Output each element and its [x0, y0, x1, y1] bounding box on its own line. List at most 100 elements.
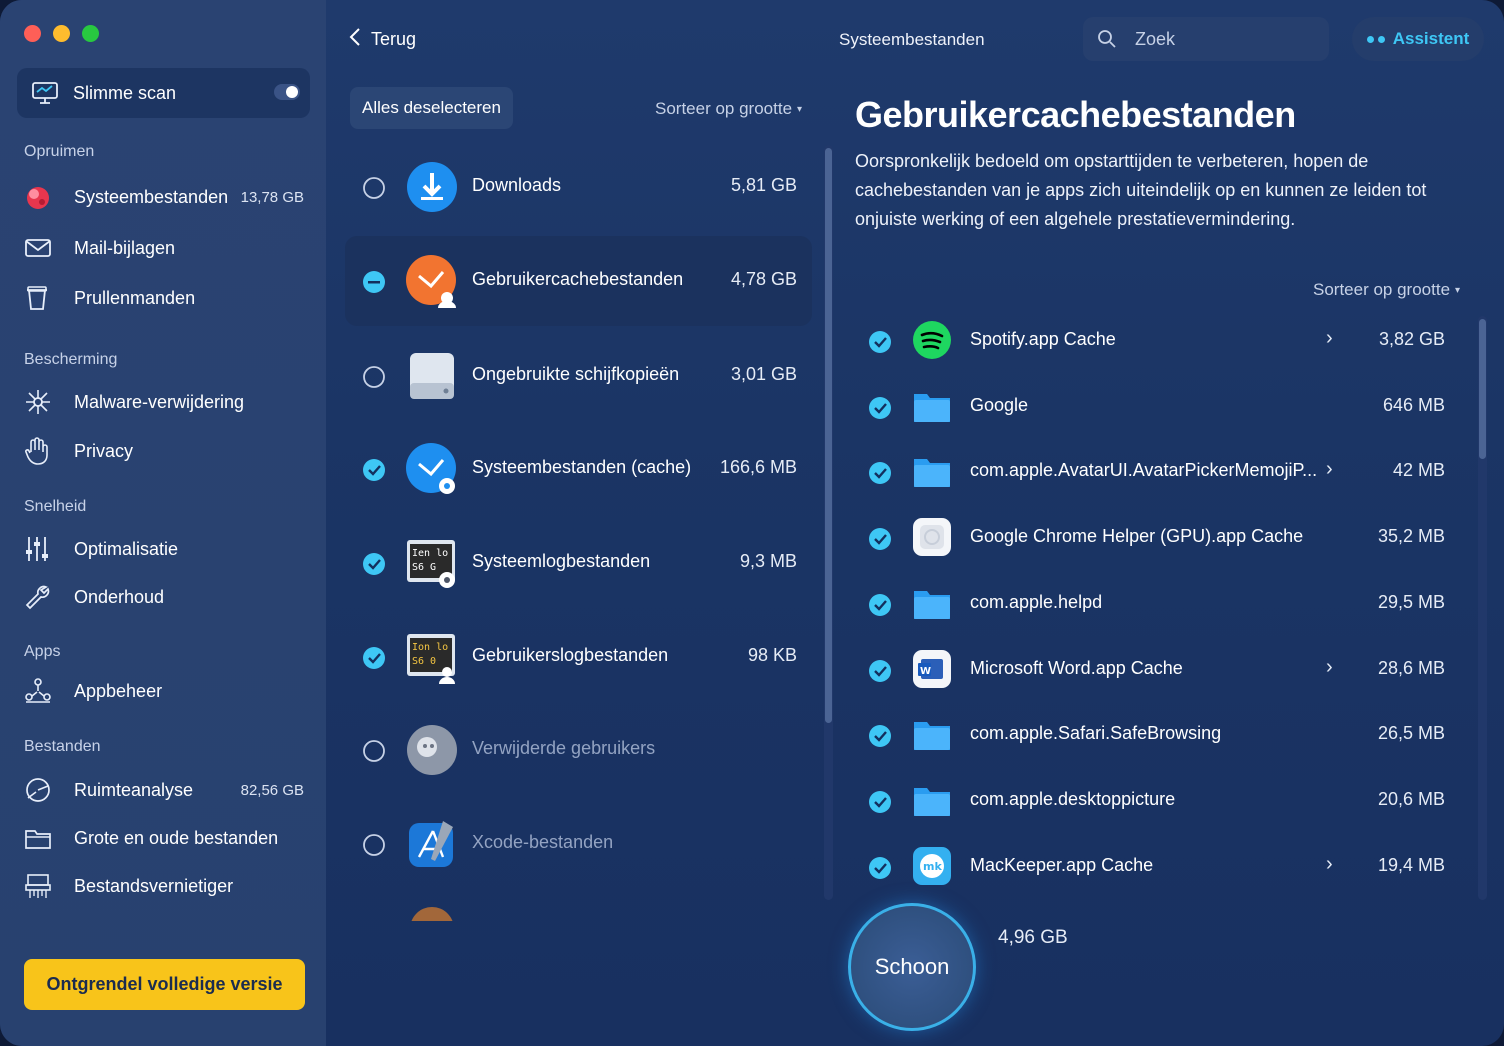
smart-scan-toggle[interactable] [274, 84, 300, 100]
search-input[interactable]: Zoek [1083, 17, 1329, 61]
folder-icon [912, 583, 952, 623]
svg-text:S6 0: S6 0 [412, 656, 436, 667]
checkbox-partial[interactable] [362, 270, 386, 299]
cache-item-row[interactable]: com.apple.helpd 29,5 MB [860, 574, 1460, 634]
category-name: Verwijderde gebruikers [472, 738, 656, 758]
sidebar-item-maintenance[interactable]: Onderhoud [24, 580, 314, 614]
category-row[interactable]: Downloads 5,81 GB [345, 142, 812, 232]
cache-item-name: Google Chrome Helper (GPU).app Cache [970, 526, 1304, 547]
sidebar-item-large-old[interactable]: Grote en oude bestanden [24, 821, 314, 855]
sidebar-item-smart-scan[interactable]: Slimme scan [17, 68, 310, 118]
checkbox-checked[interactable] [362, 552, 386, 581]
cache-item-row[interactable]: mk MacKeeper.app Cache › 19,4 MB [860, 837, 1460, 897]
sidebar-item-trash[interactable]: Prullenmanden [24, 281, 314, 315]
back-button[interactable]: Terug [349, 27, 416, 52]
section-title-cleanup: Opruimen [24, 143, 95, 160]
search-placeholder: Zoek [1135, 29, 1176, 49]
category-row[interactable]: Verwijderde gebruikers [345, 705, 812, 795]
category-row[interactable]: Ongebruikte schijfkopieën 3,01 GB [345, 331, 812, 421]
section-title-speed: Snelheid [24, 498, 87, 515]
checkbox-checked[interactable] [868, 659, 892, 688]
category-row[interactable]: Ion lo S6 0 Gebruikerslogbestanden 98 KB [345, 612, 812, 702]
category-row[interactable]: Xcode-bestanden [345, 799, 812, 889]
checkbox-checked[interactable] [868, 396, 892, 425]
unlock-full-version-button[interactable]: Ontgrendel volledige versie [24, 959, 305, 1010]
sidebar-item-label: Grote en oude bestanden [74, 827, 279, 848]
sidebar-item-malware[interactable]: Malware-verwijdering [24, 385, 314, 419]
checkbox-checked[interactable] [362, 646, 386, 675]
sidebar-item-space-lens[interactable]: Ruimteanalyse 82,56 GB [24, 773, 314, 807]
cache-item-size: 28,6 MB [1377, 657, 1445, 678]
sidebar-item-shredder[interactable]: Bestandsvernietiger [24, 869, 314, 903]
checkbox-checked[interactable] [868, 790, 892, 819]
category-row-selected[interactable]: Gebruikercachebestanden 4,78 GB [345, 236, 812, 326]
folder-icon [912, 714, 952, 754]
category-row[interactable]: Systeembestanden (cache) 166,6 MB [345, 424, 812, 514]
sidebar-item-label: Mail-bijlagen [74, 237, 176, 258]
sidebar-item-label: Onderhoud [74, 586, 165, 607]
assistant-button[interactable]: Assistent [1352, 17, 1484, 61]
cache-item-row[interactable]: Spotify.app Cache › 3,82 GB [860, 311, 1460, 371]
sidebar-item-optimize[interactable]: Optimalisatie [24, 532, 314, 566]
checkbox-checked[interactable] [868, 856, 892, 885]
deselect-all-button[interactable]: Alles deselecteren [350, 87, 513, 129]
category-row[interactable]: Ien lo S6 G Systeemlogbestanden 9,3 MB [345, 518, 812, 608]
category-name: Xcode-bestanden [472, 832, 614, 852]
category-size: 9,3 MB [739, 551, 797, 571]
cache-item-row[interactable]: com.apple.AvatarUI.AvatarPickerMemojiP..… [860, 442, 1460, 502]
category-name: Ongebruikte schijfkopieën [472, 364, 680, 384]
checkbox-checked[interactable] [868, 724, 892, 753]
cache-item-row[interactable]: com.apple.desktoppicture 20,6 MB [860, 771, 1460, 831]
checkbox-unchecked[interactable] [362, 833, 386, 862]
chevron-right-icon[interactable]: › [1326, 327, 1333, 350]
checkbox-unchecked[interactable] [362, 176, 386, 205]
checkbox-checked[interactable] [362, 458, 386, 487]
sort-dropdown[interactable]: Sorteer op grootte ▾ [1313, 280, 1460, 300]
sliders-icon [24, 534, 62, 564]
sidebar-item-label: Privacy [74, 440, 134, 461]
minimize-window-button[interactable] [53, 25, 70, 42]
system-log-icon: Ien lo S6 G [405, 536, 459, 590]
chevron-left-icon [349, 27, 361, 52]
chevron-right-icon[interactable]: › [1326, 656, 1333, 679]
deleted-users-icon [405, 723, 459, 777]
svg-text:mk: mk [923, 860, 942, 873]
detail-scrollbar[interactable] [1478, 316, 1487, 900]
cache-item-row[interactable]: Google 646 MB [860, 377, 1460, 437]
chevron-right-icon[interactable]: › [1326, 458, 1333, 481]
biohazard-icon [24, 387, 62, 417]
cache-item-row[interactable]: com.apple.Safari.SafeBrowsing 26,5 MB [860, 705, 1460, 765]
sidebar-item-privacy[interactable]: Privacy [24, 434, 314, 468]
sort-dropdown[interactable]: Sorteer op grootte ▾ [655, 99, 802, 119]
middle-scrollbar[interactable] [824, 145, 833, 900]
sidebar-item-label: Malware-verwijdering [74, 391, 245, 412]
sidebar-item-app-manager[interactable]: Appbeheer [24, 674, 314, 708]
checkbox-checked[interactable] [868, 527, 892, 556]
detail-description: Oorspronkelijk bedoeld om opstarttijden … [855, 151, 1427, 229]
category-name: Systeemlogbestanden [472, 551, 651, 571]
sidebar-item-system-files[interactable]: Systeembestanden 13,78 GB [24, 180, 314, 214]
checkbox-checked[interactable] [868, 461, 892, 490]
user-log-icon: Ion lo S6 0 [405, 630, 459, 684]
category-size: 3,01 GB [730, 364, 797, 384]
user-cache-icon [405, 254, 459, 308]
checkbox-unchecked[interactable] [362, 365, 386, 394]
svg-text:Ien lo: Ien lo [412, 548, 448, 559]
chevron-right-icon[interactable]: › [1326, 853, 1333, 876]
cache-item-row[interactable]: Google Chrome Helper (GPU).app Cache 35,2… [860, 508, 1460, 568]
checkbox-unchecked[interactable] [362, 739, 386, 768]
svg-text:W: W [920, 666, 931, 677]
sort-label: Sorteer op grootte [1313, 280, 1451, 299]
wrench-icon [24, 582, 62, 612]
checkbox-checked[interactable] [868, 330, 892, 359]
assistant-icon [1366, 35, 1385, 43]
zoom-window-button[interactable] [82, 25, 99, 42]
cache-item-row[interactable]: W Microsoft Word.app Cache › 28,6 MB [860, 640, 1460, 700]
sidebar-item-mail[interactable]: Mail-bijlagen [24, 231, 314, 265]
cache-item-size: 19,4 MB [1377, 854, 1445, 875]
checkbox-checked[interactable] [868, 593, 892, 622]
category-size: 4,78 GB [730, 269, 797, 289]
close-window-button[interactable] [24, 25, 41, 42]
sidebar-item-value: 82,56 GB [240, 781, 304, 799]
clean-button[interactable]: Schoon [848, 903, 976, 1031]
